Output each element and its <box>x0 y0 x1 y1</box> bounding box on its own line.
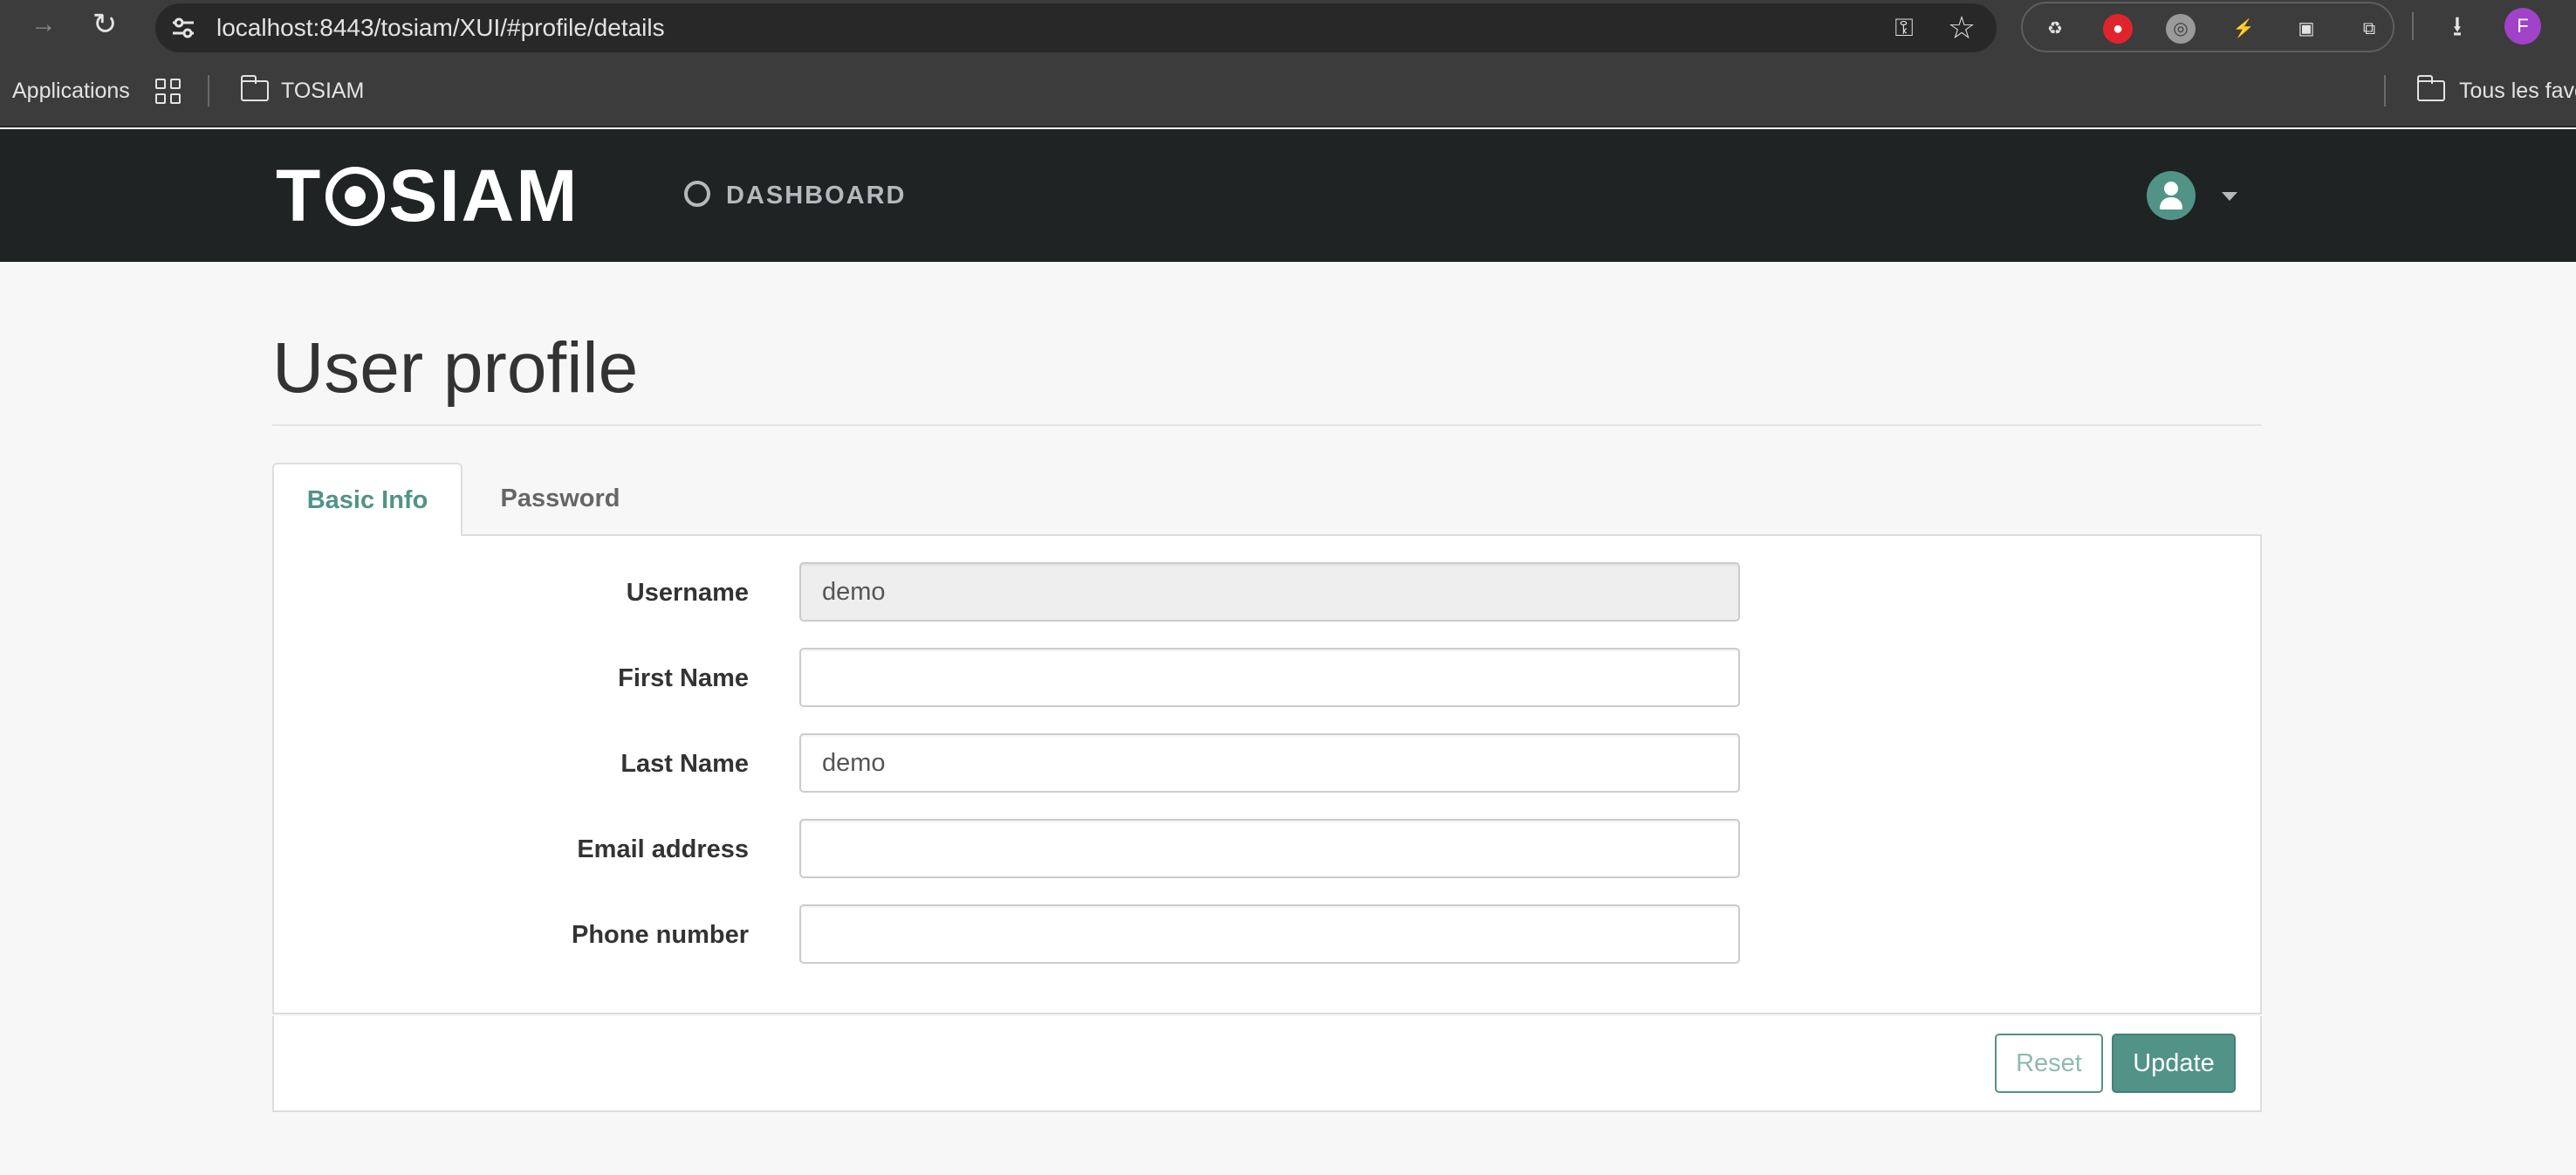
phone-input[interactable] <box>799 904 1740 964</box>
tab-password[interactable]: Password <box>464 463 656 536</box>
bookmarks-bar: Applications TOSIAM Tous les favo <box>0 54 2576 127</box>
forward-arrow-icon[interactable]: → <box>26 7 61 42</box>
dashboard-link[interactable]: DASHBOARD <box>684 178 907 213</box>
form-row-last-name: Last Name <box>274 733 1740 794</box>
red-extension-icon[interactable]: ● <box>2103 14 2133 44</box>
phone-label: Phone number <box>571 921 749 949</box>
user-avatar-icon[interactable] <box>2147 171 2196 220</box>
reset-button[interactable]: Reset <box>1995 1034 2103 1093</box>
last-name-label: Last Name <box>620 750 749 778</box>
reload-icon[interactable]: ↻ <box>87 7 122 42</box>
puzzle-extension-icon[interactable]: ⧉ <box>2354 14 2384 44</box>
form-row-username: Username <box>274 562 1740 623</box>
form-row-email: Email address <box>274 819 1740 880</box>
browser-profile-avatar[interactable]: F <box>2504 8 2541 45</box>
bookmark-star-icon[interactable]: ☆ <box>1944 10 1979 45</box>
apps-grid-icon[interactable] <box>155 79 182 105</box>
url-text[interactable]: localhost:8443/tosiam/XUI/#profile/detai… <box>216 3 665 52</box>
download-icon[interactable]: ⭳ <box>2440 9 2475 44</box>
site-settings-icon[interactable] <box>168 12 199 44</box>
form-footer: Reset Update <box>272 1016 2262 1112</box>
book-extension-icon[interactable]: ▣ <box>2292 14 2321 44</box>
update-button[interactable]: Update <box>2112 1034 2236 1093</box>
dashboard-gauge-icon <box>684 181 710 208</box>
bookmark-folder-tosiam[interactable]: TOSIAM <box>281 54 364 127</box>
username-input <box>799 562 1740 622</box>
page-title: User profile <box>272 328 639 408</box>
key-icon[interactable]: ⚿ <box>1887 14 1922 42</box>
dashboard-label: DASHBOARD <box>726 182 907 210</box>
logo-text-left: T <box>276 155 323 237</box>
globe-extension-icon[interactable]: ◎ <box>2166 14 2196 44</box>
extensions-group: ♻ ● ◎ ⚡ ▣ ⧉ <box>2021 2 2394 52</box>
first-name-label: First Name <box>618 664 749 692</box>
folder-icon[interactable] <box>2417 75 2445 101</box>
bookmark-applications[interactable]: Applications <box>12 54 130 127</box>
email-label: Email address <box>577 835 749 863</box>
bookmark-divider <box>2384 75 2386 107</box>
bookmark-all-favorites[interactable]: Tous les favo <box>2459 54 2576 127</box>
recycle-extension-icon[interactable]: ♻ <box>2040 14 2070 44</box>
tool-extension-icon[interactable]: ⚡ <box>2229 14 2258 44</box>
email-input[interactable] <box>799 819 1740 878</box>
logo-lock-icon <box>325 166 386 226</box>
form-row-phone: Phone number <box>274 904 1740 965</box>
browser-toolbar: → ↻ localhost:8443/tosiam/XUI/#profile/d… <box>0 0 2576 54</box>
title-divider <box>272 424 2262 426</box>
form-row-first-name: First Name <box>274 648 1740 709</box>
user-menu-caret-icon[interactable] <box>2222 192 2237 201</box>
username-label: Username <box>626 579 749 607</box>
tab-basic-info[interactable]: Basic Info <box>272 463 462 536</box>
folder-icon[interactable] <box>241 75 269 101</box>
app-navbar: T SIAM DASHBOARD <box>0 129 2576 262</box>
address-bar[interactable]: localhost:8443/tosiam/XUI/#profile/detai… <box>155 3 1997 52</box>
last-name-input[interactable] <box>799 733 1740 793</box>
tosiam-logo[interactable]: T SIAM <box>276 159 579 232</box>
profile-form-panel: Username First Name Last Name Email addr… <box>272 534 2262 1014</box>
logo-text-right: SIAM <box>388 155 579 237</box>
first-name-input[interactable] <box>799 648 1740 707</box>
bookmark-divider <box>208 75 209 107</box>
toolbar-divider <box>2412 12 2414 40</box>
